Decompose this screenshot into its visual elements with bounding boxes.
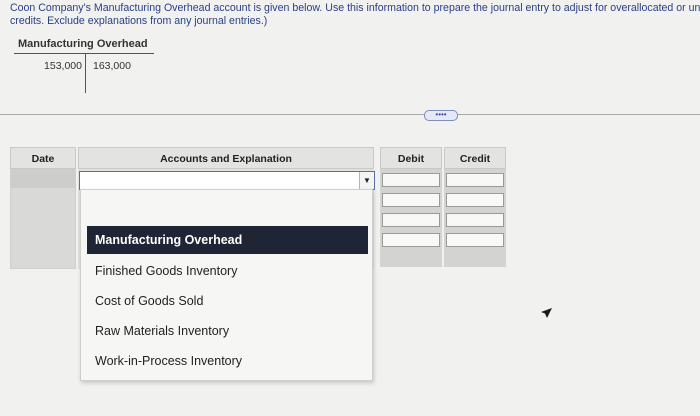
instructions-line-2: credits. Exclude explanations from any j… bbox=[10, 15, 268, 27]
debit-input-row-4[interactable] bbox=[382, 233, 440, 247]
header-debit: Debit bbox=[380, 147, 442, 169]
debit-input-row-2[interactable] bbox=[382, 193, 440, 207]
option-manufacturing-overhead[interactable]: Manufacturing Overhead bbox=[87, 226, 368, 254]
header-date: Date bbox=[10, 147, 76, 169]
credit-column bbox=[444, 169, 506, 267]
debit-input-row-1[interactable] bbox=[382, 173, 440, 187]
mouse-pointer-icon bbox=[541, 308, 552, 318]
instructions: Coon Company's Manufacturing Overhead ac… bbox=[10, 2, 700, 28]
more-button[interactable]: •••• bbox=[424, 110, 458, 121]
credit-input-row-4[interactable] bbox=[446, 233, 504, 247]
t-account: Manufacturing Overhead 153,000 163,000 bbox=[14, 36, 154, 96]
debit-input-row-3[interactable] bbox=[382, 213, 440, 227]
account-dropdown-list: Manufacturing Overhead Finished Goods In… bbox=[80, 189, 373, 381]
triangle-down-icon[interactable]: ▼ bbox=[359, 172, 374, 189]
t-account-title: Manufacturing Overhead bbox=[18, 38, 148, 50]
t-account-horizontal-line bbox=[14, 53, 154, 54]
credit-input-row-1[interactable] bbox=[446, 173, 504, 187]
credit-input-row-3[interactable] bbox=[446, 213, 504, 227]
credit-input-row-2[interactable] bbox=[446, 193, 504, 207]
option-work-in-process-inventory[interactable]: Work-in-Process Inventory bbox=[87, 347, 368, 375]
account-select[interactable]: ▼ bbox=[79, 171, 375, 190]
t-account-credit-amount: 163,000 bbox=[93, 60, 131, 72]
t-account-debit-amount: 153,000 bbox=[44, 60, 82, 72]
option-finished-goods-inventory[interactable]: Finished Goods Inventory bbox=[87, 257, 368, 285]
t-account-vertical-line bbox=[85, 53, 86, 93]
header-credit: Credit bbox=[444, 147, 506, 169]
date-column bbox=[10, 169, 76, 269]
instructions-line-1: Coon Company's Manufacturing Overhead ac… bbox=[10, 2, 700, 14]
section-divider bbox=[0, 114, 700, 115]
option-cost-of-goods-sold[interactable]: Cost of Goods Sold bbox=[87, 287, 368, 315]
option-raw-materials-inventory[interactable]: Raw Materials Inventory bbox=[87, 317, 368, 345]
date-cell[interactable] bbox=[11, 170, 75, 188]
header-accounts: Accounts and Explanation bbox=[78, 147, 374, 169]
debit-column bbox=[380, 169, 442, 267]
